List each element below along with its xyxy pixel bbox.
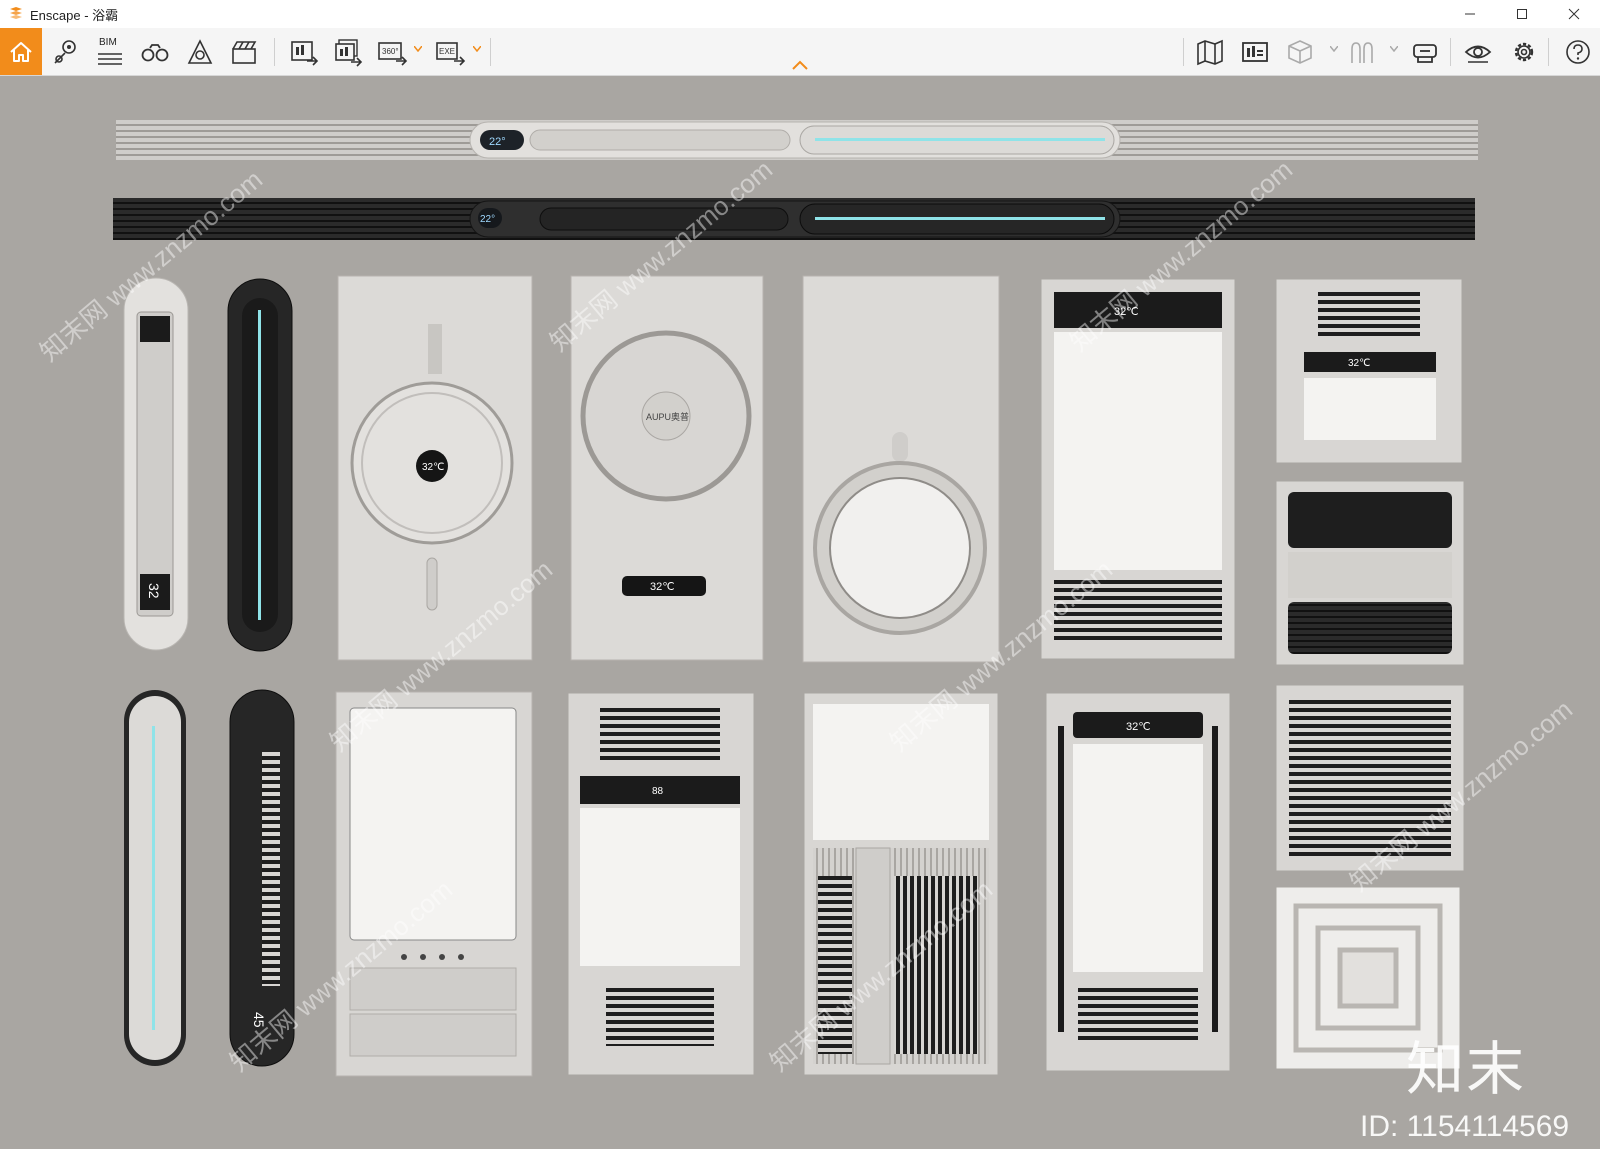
- chevron-up-icon[interactable]: [790, 58, 810, 72]
- close-icon: [1568, 8, 1580, 20]
- binoculars-button[interactable]: [137, 34, 173, 70]
- handshake-icon: [1413, 44, 1437, 63]
- aupu-ring-heater: AUPU奥普 32℃: [570, 275, 764, 661]
- screenshot-button[interactable]: [286, 34, 322, 70]
- binoculars-icon: [141, 44, 169, 62]
- display-temp-1: 22°: [489, 136, 506, 148]
- export-dropdown[interactable]: [472, 44, 482, 54]
- render-image-icon: [291, 41, 319, 66]
- pill-heater-light-display: 32: [123, 277, 189, 651]
- clapperboard-icon: [232, 41, 257, 64]
- minimize-button[interactable]: [1444, 0, 1496, 28]
- chevron-down-icon: [1330, 46, 1338, 52]
- square-heater-top: 32℃: [1273, 276, 1465, 466]
- chevron-down-icon: [414, 46, 422, 52]
- help-icon: [1566, 40, 1590, 64]
- display-temp-3: 32℃: [422, 462, 444, 473]
- render-viewport[interactable]: 22° 22° 32 32℃ AUPU奥普 32℃ 32℃ 32℃ 45 88 …: [0, 76, 1600, 1149]
- close-button[interactable]: [1548, 0, 1600, 28]
- bell-asset-icon: [187, 39, 213, 64]
- views-button[interactable]: [48, 34, 84, 70]
- display-temp-6: 32℃: [1348, 358, 1370, 369]
- export-exe-icon: EXE: [436, 42, 466, 66]
- brand-label: AUPU奥普: [646, 411, 689, 422]
- chevron-down-icon: [473, 46, 481, 52]
- enscape-logo-icon: [10, 7, 22, 19]
- export-exe-button[interactable]: EXE: [432, 34, 468, 70]
- display-temp-2: 22°: [480, 214, 495, 225]
- help-button[interactable]: [1560, 34, 1596, 70]
- louvre-grille: [1273, 682, 1467, 874]
- location-pin-icon: [54, 40, 76, 64]
- info-panel-button[interactable]: [1237, 34, 1273, 70]
- toolbar-separator: [1548, 38, 1549, 66]
- eye-icon: [1464, 45, 1492, 63]
- badge-360: 360°: [382, 47, 399, 56]
- asset-library-button[interactable]: [182, 34, 218, 70]
- watermark-id: ID: 1154114569: [1360, 1110, 1570, 1143]
- map-icon: [1197, 39, 1223, 66]
- video-editor-button[interactable]: [226, 34, 262, 70]
- home-icon: [10, 41, 32, 62]
- chevron-down-icon: [1390, 46, 1398, 52]
- minimize-icon: [1465, 13, 1475, 15]
- watermark-logo: 知末: [1406, 1037, 1527, 1102]
- visual-settings-button[interactable]: [1460, 34, 1496, 70]
- square-heater-black-vents: [1273, 478, 1467, 668]
- badge-exe: EXE: [439, 47, 455, 56]
- svg-text:32: 32: [146, 583, 162, 599]
- cube-dropdown[interactable]: [1329, 44, 1339, 54]
- home-button[interactable]: [0, 28, 42, 75]
- window-title: Enscape - 浴霸: [30, 7, 119, 23]
- toolbar-separator: [274, 38, 275, 66]
- section-button[interactable]: [1345, 34, 1381, 70]
- maximize-icon: [1517, 9, 1527, 19]
- bim-button[interactable]: BIM: [92, 34, 128, 70]
- panorama-360-icon: 360°: [378, 42, 408, 66]
- bim-label: BIM: [99, 37, 117, 48]
- cube-view-button[interactable]: [1282, 34, 1318, 70]
- display-panel-heater: 32℃: [1043, 690, 1233, 1074]
- cube-icon: [1288, 40, 1312, 64]
- collaboration-button[interactable]: [1407, 34, 1443, 70]
- toolbar-separator: [1450, 38, 1451, 66]
- batch-render-button[interactable]: [330, 34, 366, 70]
- toolbar-separator: [490, 38, 491, 66]
- display-temp-8: 32℃: [1126, 721, 1151, 733]
- map-button[interactable]: [1192, 34, 1228, 70]
- pill-heater-light-strip: [124, 690, 186, 1066]
- scene-render: 22° 22° 32 32℃ AUPU奥普 32℃ 32℃ 32℃ 45 88 …: [113, 120, 1478, 1078]
- section-arches-icon: [1351, 42, 1373, 63]
- batch-render-icon: [335, 39, 363, 67]
- enscape-toolbar: BIM 360° EXE: [0, 28, 1600, 76]
- gear-icon: [1514, 42, 1534, 62]
- pill-heater-dark-light-strip: [227, 278, 293, 652]
- maximize-button[interactable]: [1496, 0, 1548, 28]
- display-temp-4: 32℃: [650, 581, 675, 593]
- toolbar-separator: [1183, 38, 1184, 66]
- title-bar: Enscape - 浴霸: [0, 0, 1600, 28]
- info-panel-icon: [1242, 42, 1268, 62]
- svg-text:88: 88: [652, 786, 664, 797]
- settings-button[interactable]: [1506, 34, 1542, 70]
- panorama-dropdown[interactable]: [413, 44, 423, 54]
- vented-heater-display: 88: [565, 690, 757, 1078]
- section-dropdown[interactable]: [1389, 44, 1399, 54]
- linear-heater-dark: 22°: [113, 198, 1475, 240]
- panorama-button[interactable]: 360°: [374, 34, 410, 70]
- mirror-heater-panel: [802, 275, 1000, 663]
